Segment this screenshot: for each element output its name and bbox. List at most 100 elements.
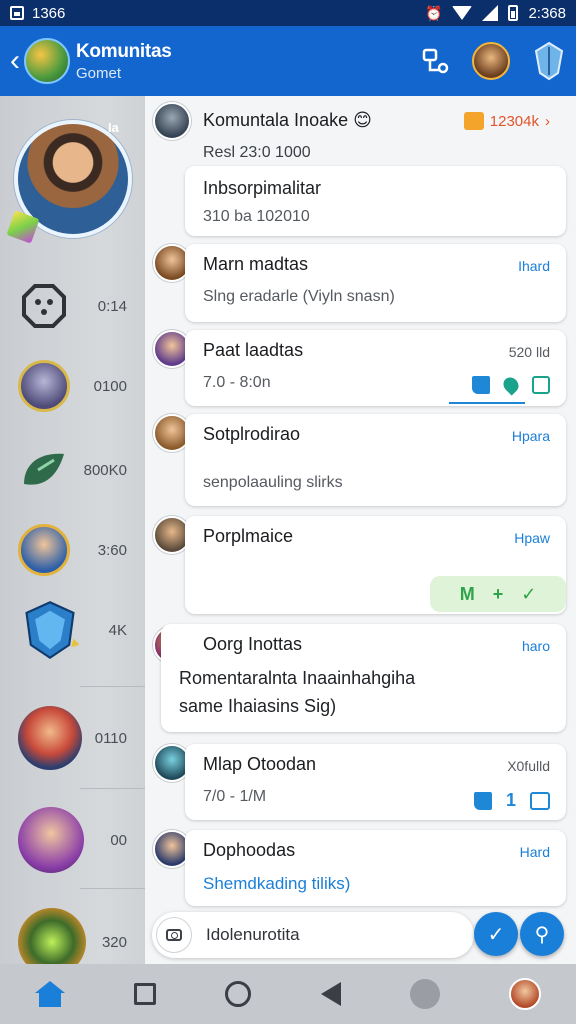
sidebar-item[interactable]: 4K [0, 580, 145, 680]
share-button[interactable] [420, 46, 450, 76]
home-icon[interactable] [34, 981, 65, 1007]
assistant-icon[interactable] [409, 979, 440, 1009]
reaction-plus[interactable]: + [493, 584, 504, 605]
page-subtitle: Gomet [76, 64, 122, 82]
status-time-left: 1366 [32, 4, 66, 22]
back-nav-icon[interactable] [320, 982, 341, 1006]
page-title: Komunitas [76, 40, 172, 62]
signal-icon [482, 5, 499, 21]
message-tag: X0fulld [507, 758, 550, 774]
sidebar-divider [80, 888, 145, 889]
camera-button[interactable] [156, 917, 192, 953]
sidebar-item-value: 800K0 [83, 461, 127, 479]
home-circle-icon[interactable] [225, 981, 252, 1007]
message-author: Porplmaice [203, 526, 294, 546]
message-author: Paat laadtas [203, 340, 304, 360]
message-tag: 520 lld [508, 344, 550, 360]
sidebar: Ia 0:14 0100 800K0 3:60 4K 0110 00 320 [0, 96, 145, 964]
sidebar-item[interactable]: 320 [0, 892, 145, 964]
message-text: Shemdkading tiliks) [203, 874, 351, 893]
leaf-icon [24, 453, 64, 485]
recents-icon[interactable] [133, 983, 156, 1005]
message-text: Inbsorpimalitar [203, 178, 322, 198]
pin-icon[interactable] [500, 374, 522, 396]
message-bubble: Sotplrodirao Hpara senpolaauling slirks [185, 414, 566, 506]
app-bar: ‹ Komunitas Gomet [0, 26, 576, 96]
sidebar-divider [80, 788, 145, 789]
chat-list: Komuntala Inoake 😊 12304k › Resl 23:0 10… [145, 96, 576, 964]
back-icon[interactable]: ‹ [10, 46, 20, 76]
like-icon[interactable] [472, 376, 490, 394]
reward-chip[interactable]: 12304k › [463, 112, 550, 130]
message-actions: 1 [473, 790, 550, 811]
sidebar-avatar [18, 807, 84, 873]
message-text: 7.0 - 8:0n [203, 374, 271, 391]
hero-label: Ia [108, 120, 119, 135]
list-item[interactable]: Mlap Otoodan X0fulld 7/0 - 1/M 1 [145, 744, 576, 824]
list-item[interactable]: Dophoodas Hard Shemdkading tiliks) [145, 830, 576, 910]
navigation-bar [0, 964, 576, 1024]
message-tag: haro [521, 638, 550, 654]
alarm-icon: ⏰ [425, 4, 443, 21]
sidebar-item-value: 320 [101, 933, 127, 951]
chevron-right-icon: › [545, 112, 550, 130]
sidebar-item-value: 0110 [94, 729, 127, 747]
sidebar-avatar [18, 908, 86, 964]
like-count: 1 [505, 790, 516, 810]
crown-icon [463, 112, 484, 130]
message-tag: Ihard [518, 258, 550, 274]
like-icon[interactable] [473, 791, 492, 810]
message-date: 310 ba 102010 [203, 208, 310, 225]
header-actions [420, 41, 566, 81]
reply-icon[interactable] [530, 791, 550, 810]
message-author: Oorg Inottas [203, 634, 303, 654]
list-item[interactable]: Paat laadtas 520 lld 7.0 - 8:0n [145, 330, 576, 410]
message-bubble: Porplmaice Hpaw M + ✓ [185, 516, 566, 614]
reply-icon[interactable] [532, 376, 550, 394]
list-item[interactable]: Komuntala Inoake 😊 12304k › Resl 23:0 10… [145, 102, 576, 238]
sidebar-item-value: 0:14 [97, 297, 127, 315]
message-tag: Hpara [511, 428, 550, 444]
selection-underline [449, 402, 525, 404]
sidebar-item-value: 4K [108, 621, 127, 639]
message-tag: Hard [519, 844, 550, 860]
list-item[interactable]: Porplmaice Hpaw M + ✓ [145, 516, 576, 616]
message-author: Marn madtas [203, 254, 309, 274]
message-bubble: Paat laadtas 520 lld 7.0 - 8:0n [185, 330, 566, 406]
sidebar-item[interactable]: 0110 [0, 688, 145, 788]
message-input[interactable] [206, 925, 446, 945]
send-button[interactable]: ✓ [474, 912, 518, 956]
screenshot-icon [10, 6, 24, 20]
message-author: Dophoodas [203, 840, 296, 860]
reaction-bar[interactable]: M + ✓ [430, 576, 566, 612]
reward-value: 12304k [489, 112, 539, 130]
sidebar-divider [80, 686, 145, 687]
message-text: Romentaralnta Inaainhahgiha [179, 668, 416, 688]
reaction-m[interactable]: M [460, 584, 475, 605]
message-actions [472, 374, 550, 396]
octagon-icon [22, 284, 66, 328]
share-icon [422, 48, 449, 74]
message-composer [152, 912, 474, 958]
armor-icon [25, 601, 80, 660]
message-card: Inbsorpimalitar 310 ba 102010 [185, 166, 566, 236]
shield-icon[interactable] [532, 41, 566, 81]
status-bar: 1366 ⏰ 2:368 [0, 0, 576, 26]
status-time-right: 2:368 [528, 4, 566, 22]
search-button[interactable]: ⚲ [520, 912, 564, 956]
list-item[interactable]: Sotplrodirao Hpara senpolaauling slirks [145, 414, 576, 510]
profile-icon[interactable] [509, 978, 542, 1010]
sidebar-item[interactable]: 00 [0, 790, 145, 890]
message-meta: Resl 23:0 1000 [203, 144, 311, 161]
wifi-icon [452, 6, 473, 20]
header-titles: Komunitas Gomet [76, 40, 172, 82]
battery-icon [508, 5, 519, 21]
list-item[interactable]: Marn madtas Ihard Slng eradarle (Viyln s… [145, 244, 576, 324]
profile-avatar[interactable] [472, 42, 510, 80]
check-icon: ✓ [487, 923, 505, 946]
reaction-check[interactable]: ✓ [521, 584, 536, 605]
list-item[interactable]: Oorg Inottas haro Romentaralnta Inaainha… [145, 624, 576, 736]
community-logo [24, 38, 70, 84]
sidebar-item-value: 00 [110, 831, 127, 849]
message-bubble: Mlap Otoodan X0fulld 7/0 - 1/M 1 [185, 744, 566, 820]
